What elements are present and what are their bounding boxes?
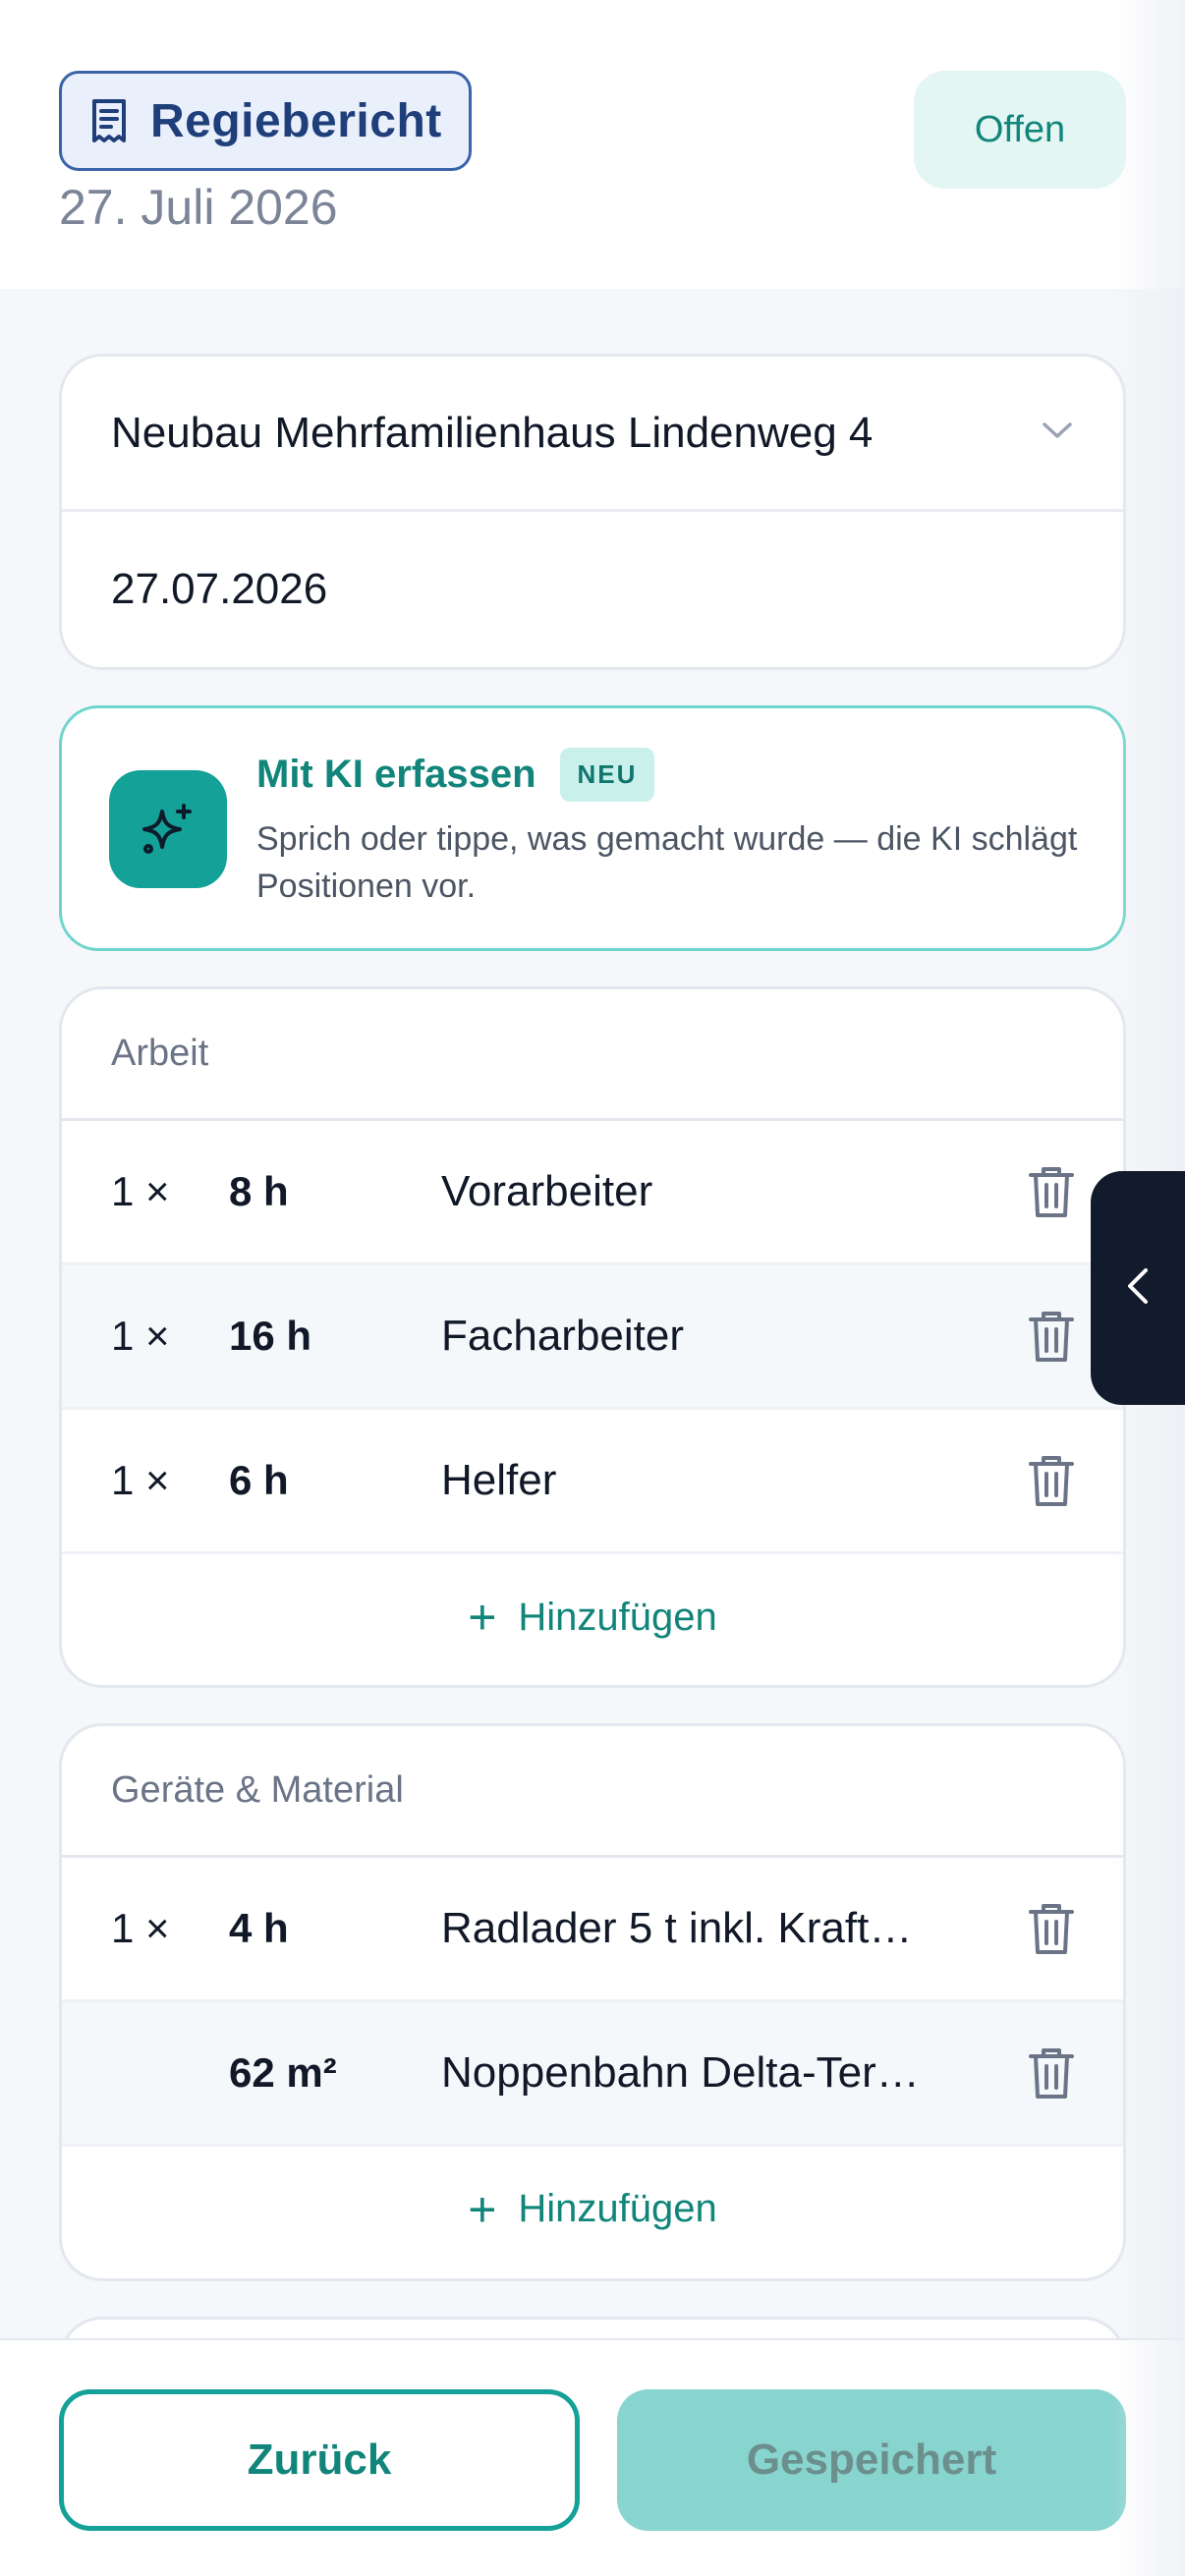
item-amount: 62 m² [229, 2049, 337, 2096]
add-label: Hinzufügen [518, 1595, 717, 1639]
work-section: Arbeit 1 × 8 h Vorarbeiter 1 × 16 h Fach… [59, 986, 1126, 1688]
ai-capture-title: Mit KI erfassen [256, 753, 536, 796]
ai-capture-description: Sprich oder tippe, was gemacht wurde — d… [256, 820, 1078, 905]
page-header: Regiebericht 27. Juli 2026 Offen [0, 0, 1185, 289]
item-description: Helfer [441, 1456, 557, 1504]
report-title-pill: Regiebericht [59, 71, 472, 171]
section-title-equipment: Geräte & Material [111, 1769, 404, 1811]
add-label: Hinzufügen [518, 2187, 717, 2230]
add-work-button[interactable]: + Hinzufügen [62, 1554, 1123, 1680]
trash-icon[interactable] [1025, 1899, 1078, 1958]
item-amount: 6 h [229, 1457, 289, 1503]
status-badge[interactable]: Offen [914, 71, 1126, 189]
ai-capture-card[interactable]: Mit KI erfassen NEU Sprich oder tippe, w… [59, 705, 1126, 951]
list-item[interactable]: 1 × 4 h Radlader 5 t inkl. Kraft… [62, 1858, 1123, 2002]
section-header: Geräte & Material [62, 1726, 1123, 1858]
sparkles-icon [109, 770, 227, 888]
item-amount: 16 h [229, 1313, 312, 1359]
side-panel-tab[interactable] [1091, 1171, 1185, 1405]
trash-icon[interactable] [1025, 2044, 1078, 2102]
item-quantity: 1 × [111, 1313, 170, 1359]
project-select[interactable]: Neubau Mehrfamilienhaus Lindenweg 4 [62, 357, 1123, 512]
date-value: 27.07.2026 [111, 565, 328, 613]
list-item[interactable]: 1 × 16 h Facharbeiter [62, 1265, 1123, 1410]
item-amount: 4 h [229, 1905, 289, 1951]
item-quantity: 1 × [111, 1168, 170, 1214]
list-item[interactable]: 1 × 6 h Helfer [62, 1410, 1123, 1554]
plus-icon: + [468, 1590, 497, 1645]
trash-icon[interactable] [1025, 1451, 1078, 1510]
item-quantity: 1 × [111, 1457, 170, 1503]
item-amount: 8 h [229, 1168, 289, 1214]
item-quantity: 1 × [111, 1905, 170, 1951]
project-card: Neubau Mehrfamilienhaus Lindenweg 4 27.0… [59, 354, 1126, 670]
saved-button[interactable]: Gespeichert [617, 2389, 1126, 2531]
list-item[interactable]: 1 × 8 h Vorarbeiter [62, 1121, 1123, 1265]
date-field[interactable]: 27.07.2026 [62, 512, 1123, 667]
project-name: Neubau Mehrfamilienhaus Lindenweg 4 [111, 408, 874, 457]
chevron-down-icon [1041, 420, 1074, 445]
item-description: Radlader 5 t inkl. Kraft… [441, 1904, 913, 1952]
back-button[interactable]: Zurück [59, 2389, 580, 2531]
add-equipment-button[interactable]: + Hinzufügen [62, 2147, 1123, 2271]
trash-icon[interactable] [1025, 1307, 1078, 1366]
equipment-section: Geräte & Material 1 × 4 h Radlader 5 t i… [59, 1723, 1126, 2281]
receipt-icon [89, 97, 129, 144]
item-description: Facharbeiter [441, 1312, 685, 1360]
section-header: Arbeit [62, 989, 1123, 1121]
chevron-left-icon [1126, 1266, 1150, 1311]
plus-icon: + [468, 2181, 497, 2237]
section-title-work: Arbeit [111, 1033, 209, 1074]
item-description: Vorarbeiter [441, 1167, 653, 1215]
page-title: Regiebericht [150, 94, 442, 147]
item-description: Noppenbahn Delta-Ter… [441, 2048, 920, 2097]
list-item[interactable]: 62 m² Noppenbahn Delta-Ter… [62, 2002, 1123, 2147]
trash-icon[interactable] [1025, 1162, 1078, 1221]
report-date: 27. Juli 2026 [59, 180, 338, 235]
bottom-action-bar: Zurück Gespeichert [0, 2338, 1185, 2576]
new-badge: NEU [559, 748, 655, 802]
